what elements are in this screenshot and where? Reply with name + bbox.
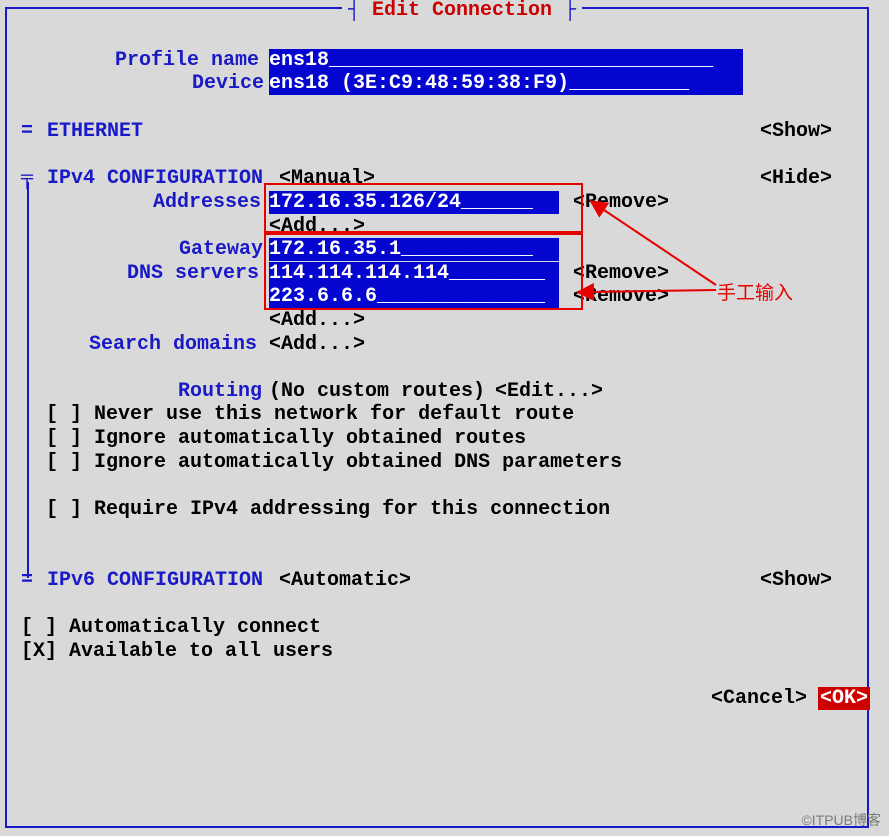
chk-ignore-routes[interactable]: [ ] Ignore automatically obtained routes [46,427,526,450]
address-remove-button-0[interactable]: <Remove> [573,191,669,214]
ethernet-prefix: = [21,120,33,143]
ok-button[interactable]: <OK> [818,687,870,710]
chk-require-ipv4[interactable]: [ ] Require IPv4 addressing for this con… [46,498,610,521]
annotation-box-addresses [264,183,583,233]
ipv6-prefix: = [21,569,33,592]
annotation-box-gateway-dns [264,233,583,310]
device-input[interactable]: ens18 (3E:C9:48:59:38:F9)__________ [269,72,743,95]
chk-all-users[interactable]: [X] Available to all users [21,640,333,663]
dns-label: DNS servers [127,262,259,285]
dns-remove-button-1[interactable]: <Remove> [573,285,669,308]
dialog-title: Edit Connection [372,0,552,22]
dns-remove-button-0[interactable]: <Remove> [573,262,669,285]
profile-name-label: Profile name [115,49,259,72]
routing-edit-button[interactable]: <Edit...> [495,380,603,403]
ipv6-show-button[interactable]: <Show> [760,569,832,592]
chk-ignore-dns[interactable]: [ ] Ignore automatically obtained DNS pa… [46,451,622,474]
ipv4-heading: IPv4 CONFIGURATION [47,167,263,190]
search-domains-label: Search domains [89,333,257,356]
ipv4-left-rule [27,182,29,578]
annotation-label: 手工输入 [717,278,793,305]
routing-label: Routing [178,380,262,403]
ipv4-hide-button[interactable]: <Hide> [760,167,832,190]
chk-never-default[interactable]: [ ] Never use this network for default r… [46,403,574,426]
ipv6-mode-select[interactable]: <Automatic> [279,569,411,592]
gateway-label: Gateway [179,238,263,261]
device-label: Device [192,72,264,95]
ipv6-heading: IPv6 CONFIGURATION [47,569,263,592]
ethernet-show-button[interactable]: <Show> [760,120,832,143]
ethernet-heading: ETHERNET [47,120,143,143]
cancel-button[interactable]: <Cancel> [711,687,807,710]
dialog-title-bar: ┤ Edit Connection ├ [342,0,582,22]
watermark-text: ©ITPUB博客 [801,810,881,830]
addresses-label: Addresses [153,191,261,214]
search-domains-add-button[interactable]: <Add...> [269,333,365,356]
dns-add-button[interactable]: <Add...> [269,309,365,332]
routing-value: (No custom routes) [269,380,485,403]
chk-auto-connect[interactable]: [ ] Automatically connect [21,616,321,639]
profile-name-input[interactable]: ens18________________________________ [269,49,743,72]
